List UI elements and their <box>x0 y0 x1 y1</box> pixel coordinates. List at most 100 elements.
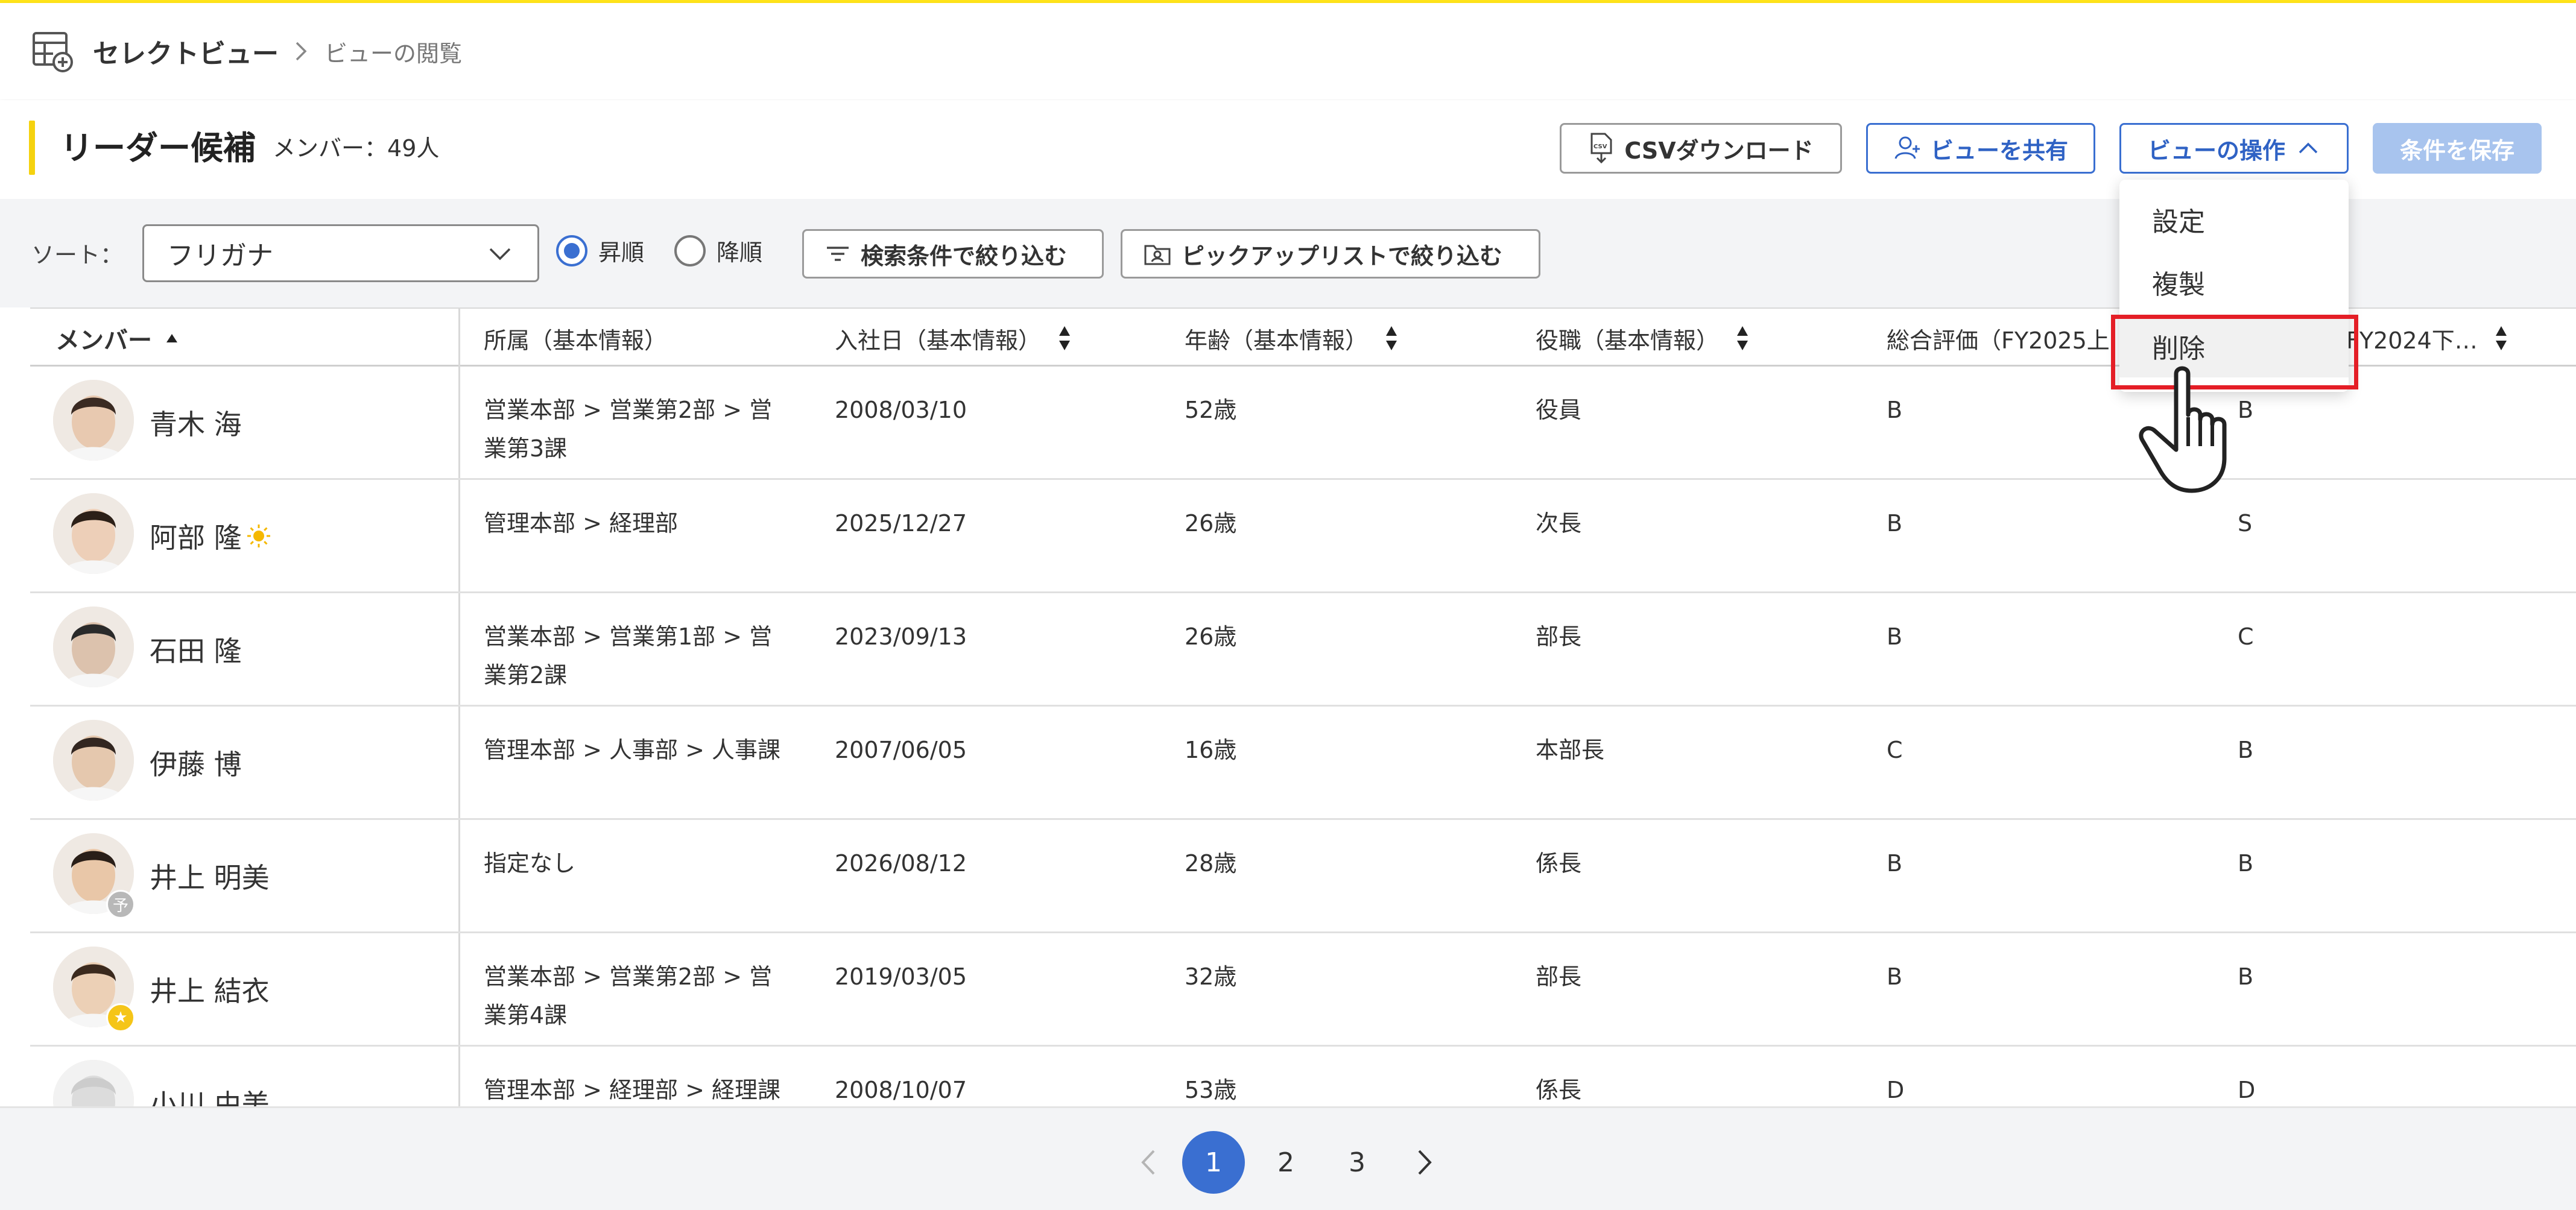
member-name[interactable]: 石田 隆 <box>150 629 242 669</box>
evaluation-cell: D <box>1887 1077 1905 1103</box>
save-conditions-button[interactable]: 条件を保存 <box>2373 123 2542 174</box>
menu-item-duplicate[interactable]: 複製 <box>2119 251 2349 314</box>
member-name[interactable]: 伊藤 博 <box>150 743 242 783</box>
breadcrumb-app-link[interactable]: セレクトビュー <box>93 32 279 71</box>
avatar[interactable] <box>53 720 134 801</box>
page-button-3[interactable]: 3 <box>1326 1131 1388 1194</box>
age-cell: 53歳 <box>1185 1077 1237 1103</box>
table-row[interactable]: 小川 由美 管理本部 > 経理部 > 経理課 2008/10/07 53歳 係長 D D <box>30 1047 2576 1106</box>
next-page-button[interactable] <box>1393 1131 1456 1194</box>
chevron-right-icon <box>296 42 307 61</box>
member-count-value: 49人 <box>387 135 440 162</box>
chevron-down-icon <box>489 248 511 260</box>
evaluation-cell: B <box>2238 850 2254 877</box>
page-button-2[interactable]: 2 <box>1255 1131 1317 1194</box>
member-name[interactable]: 青木 海 <box>150 403 242 443</box>
department-line: 管理本部 > 経理部 <box>484 510 678 537</box>
evaluation-cell: B <box>1887 510 1903 537</box>
member-label-text: メンバー： <box>273 135 388 162</box>
member-name-text: 井上 結衣 <box>150 975 270 1007</box>
position-cell: 本部長 <box>1536 737 1605 763</box>
column-header-member[interactable]: メンバー <box>55 309 179 368</box>
evaluation-cell: C <box>2238 623 2254 650</box>
evaluation-cell: B <box>1887 963 1903 990</box>
avatar[interactable] <box>53 493 134 574</box>
member-name-text: 阿部 隆 <box>150 521 242 554</box>
radio-dot-checked <box>556 235 587 266</box>
csv-download-icon: CSV <box>1590 133 1612 164</box>
avatar-image <box>53 1060 134 1106</box>
evaluation-cell: B <box>1887 397 1903 423</box>
column-header-evaluation-fy2024[interactable]: FY2024下… <box>2346 309 2508 368</box>
join-date-cell: 2023/09/13 <box>835 623 967 650</box>
sort-descending-radio[interactable]: 降順 <box>674 234 762 267</box>
picklist-filter-label: ピックアップリストで絞り込む <box>1182 242 1503 269</box>
position-cell: 部長 <box>1536 963 1582 990</box>
sort-label: ソート： <box>31 242 124 268</box>
chevron-left-icon <box>1141 1150 1155 1175</box>
position-cell: 部長 <box>1536 623 1582 650</box>
column-header-department: 所属（基本情報） <box>484 309 667 368</box>
csv-download-button[interactable]: CSV CSVダウンロード <box>1560 123 1842 174</box>
table-row[interactable]: ★ 井上 結衣 営業本部 > 営業第2部 > 営業第4課 2019/03/05 32歳 部… <box>30 933 2576 1047</box>
member-name[interactable]: 小川 由美 <box>150 1083 270 1106</box>
table-row[interactable]: 伊藤 博 管理本部 > 人事部 > 人事課 2007/06/05 16歳 本部長 C B <box>30 707 2576 820</box>
table-row[interactable]: 予井上 明美 指定なし 2026/08/12 28歳 係長 B B <box>30 820 2576 933</box>
share-view-button[interactable]: ビューを共有 <box>1866 123 2095 174</box>
page-button-1[interactable]: 1 <box>1182 1131 1245 1194</box>
member-name-text: 青木 海 <box>150 408 242 441</box>
member-name-text: 小川 由美 <box>150 1088 270 1106</box>
table-row[interactable]: 阿部 隆 管理本部 > 経理部 2025/12/27 26歳 次長 B S <box>30 480 2576 593</box>
age-cell: 52歳 <box>1185 397 1237 423</box>
sort-ascending-radio[interactable]: 昇順 <box>556 234 644 267</box>
sort-descending-label: 降順 <box>717 239 763 266</box>
position-cell: 係長 <box>1536 1077 1582 1103</box>
member-name[interactable]: 阿部 隆 <box>150 516 272 556</box>
age-cell: 28歳 <box>1185 850 1237 877</box>
column-header-label: メンバー <box>55 327 152 354</box>
select-view-icon[interactable] <box>31 30 75 73</box>
pointer-hand-icon <box>2139 366 2227 493</box>
column-header-label: FY2024下… <box>2346 327 2478 354</box>
column-header-join-date[interactable]: 入社日（基本情報） <box>835 309 1071 368</box>
save-conditions-label: 条件を保存 <box>2399 137 2514 164</box>
column-header-age[interactable]: 年齢（基本情報） <box>1185 309 1398 368</box>
evaluation-cell: B <box>1887 623 1903 650</box>
chevron-right-icon <box>1418 1150 1432 1175</box>
sun-icon <box>247 525 270 547</box>
title-accent-bar <box>29 121 35 175</box>
view-operations-button[interactable]: ビューの操作 <box>2119 123 2349 174</box>
picklist-filter-button[interactable]: ピックアップリストで絞り込む <box>1121 229 1540 279</box>
department-line: 営業本部 > 営業第2部 > 営 <box>484 963 773 990</box>
column-header-evaluation-fy2025[interactable]: 総合評価（FY2025上 <box>1887 309 2110 368</box>
age-cell: 16歳 <box>1185 737 1237 763</box>
radio-dot <box>674 235 706 266</box>
avatar[interactable] <box>53 607 134 687</box>
column-header-label: 所属（基本情報） <box>484 327 668 354</box>
chevron-up-icon <box>2299 142 2318 154</box>
evaluation-cell: B <box>2238 963 2254 990</box>
member-name[interactable]: 井上 明美 <box>150 856 270 896</box>
avatar[interactable] <box>53 1060 134 1106</box>
search-filter-button[interactable]: 検索条件で絞り込む <box>802 229 1104 279</box>
menu-item-settings[interactable]: 設定 <box>2119 188 2349 251</box>
department-line: 営業本部 > 営業第1部 > 営 <box>484 623 773 650</box>
column-header-label: 入社日（基本情報） <box>835 327 1042 354</box>
department-line: 営業本部 > 営業第2部 > 営 <box>484 397 773 423</box>
age-cell: 26歳 <box>1185 510 1237 537</box>
member-name[interactable]: 井上 結衣 <box>150 969 270 1009</box>
evaluation-cell: S <box>2238 510 2253 537</box>
sort-select[interactable]: フリガナ <box>142 224 539 282</box>
prev-page-button[interactable] <box>1117 1131 1180 1194</box>
sort-updown-icon <box>1059 326 1071 350</box>
avatar[interactable] <box>53 380 134 461</box>
column-header-position[interactable]: 役職（基本情報） <box>1536 309 1749 368</box>
department-line: 業第3課 <box>484 435 568 462</box>
svg-text:CSV: CSV <box>1593 143 1607 150</box>
column-header-label: 役職（基本情報） <box>1536 327 1720 354</box>
evaluation-cell: B <box>1887 850 1903 877</box>
sort-updown-icon <box>1737 326 1748 350</box>
table-row[interactable]: 石田 隆 営業本部 > 営業第1部 > 営業第2課 2023/09/13 26歳 部長 B… <box>30 593 2576 707</box>
position-cell: 係長 <box>1536 850 1582 877</box>
sort-updown-icon <box>1386 326 1397 350</box>
